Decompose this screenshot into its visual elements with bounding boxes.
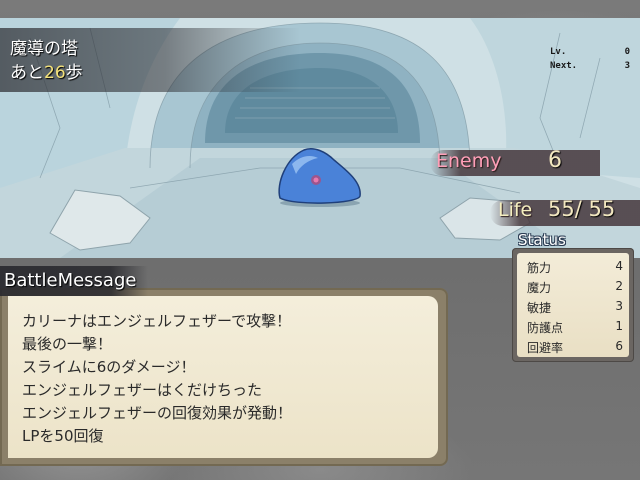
stat-row-magic: 魔力 2 xyxy=(527,279,623,299)
stat-label: 筋力 xyxy=(527,261,552,275)
steps-remaining: あと26歩 xyxy=(10,58,83,83)
stat-row-defense: 防護点 1 xyxy=(527,319,623,339)
battle-message-line: エンジェルフェザーはくだけちった xyxy=(22,381,263,399)
stat-row-agility: 敏捷 3 xyxy=(527,299,623,319)
stat-value: 3 xyxy=(615,299,623,313)
battle-message-panel: カリーナはエンジェルフェザーで攻撃！ 最後の一撃！ スライムに6のダメージ！ エ… xyxy=(0,288,448,466)
steps-prefix: あと xyxy=(10,63,44,83)
location-name: 魔導の塔 xyxy=(10,39,78,59)
battle-message-line: カリーナはエンジェルフェザーで攻撃！ xyxy=(22,312,292,330)
battle-message-line: LPを50回復 xyxy=(22,427,104,445)
enemy-label: Enemy xyxy=(436,150,502,172)
stat-row-strength: 筋力 4 xyxy=(527,259,623,279)
level-label: Lv. xyxy=(550,47,567,57)
battle-message-line: スライムに6のダメージ！ xyxy=(22,358,196,376)
life-value: 55/ 55 xyxy=(548,197,616,221)
battle-message-inner: カリーナはエンジェルフェザーで攻撃！ 最後の一撃！ スライムに6のダメージ！ エ… xyxy=(8,296,438,458)
battle-message-line: エンジェルフェザーの回復効果が発動！ xyxy=(22,404,293,422)
stat-value: 2 xyxy=(615,279,623,293)
level-value: 0 xyxy=(624,47,630,57)
status-title: Status xyxy=(518,231,566,249)
stat-value: 1 xyxy=(615,319,623,333)
stat-label: 魔力 xyxy=(527,281,552,295)
battle-message-title: BattleMessage xyxy=(4,270,137,291)
next-value: 3 xyxy=(624,61,630,71)
stat-label: 回避率 xyxy=(527,341,564,355)
status-panel: 筋力 4 魔力 2 敏捷 3 防護点 1 回避率 6 xyxy=(512,248,634,362)
steps-suffix: 歩 xyxy=(65,63,83,83)
next-label: Next. xyxy=(550,61,578,71)
slime-enemy-sprite[interactable] xyxy=(274,146,366,208)
stat-label: 防護点 xyxy=(527,321,564,335)
life-label: Life xyxy=(498,199,533,221)
stat-label: 敏捷 xyxy=(527,301,552,315)
enemy-value: 6 xyxy=(548,148,562,173)
stat-row-evasion: 回避率 6 xyxy=(527,339,623,359)
status-panel-inner: 筋力 4 魔力 2 敏捷 3 防護点 1 回避率 6 xyxy=(517,253,629,357)
battle-message-line: 最後の一撃！ xyxy=(22,335,113,353)
stat-value: 6 xyxy=(615,339,623,353)
level-info: Lv. 0 Next. 3 xyxy=(550,47,630,75)
stat-value: 4 xyxy=(615,259,623,273)
steps-value: 26 xyxy=(44,63,66,83)
